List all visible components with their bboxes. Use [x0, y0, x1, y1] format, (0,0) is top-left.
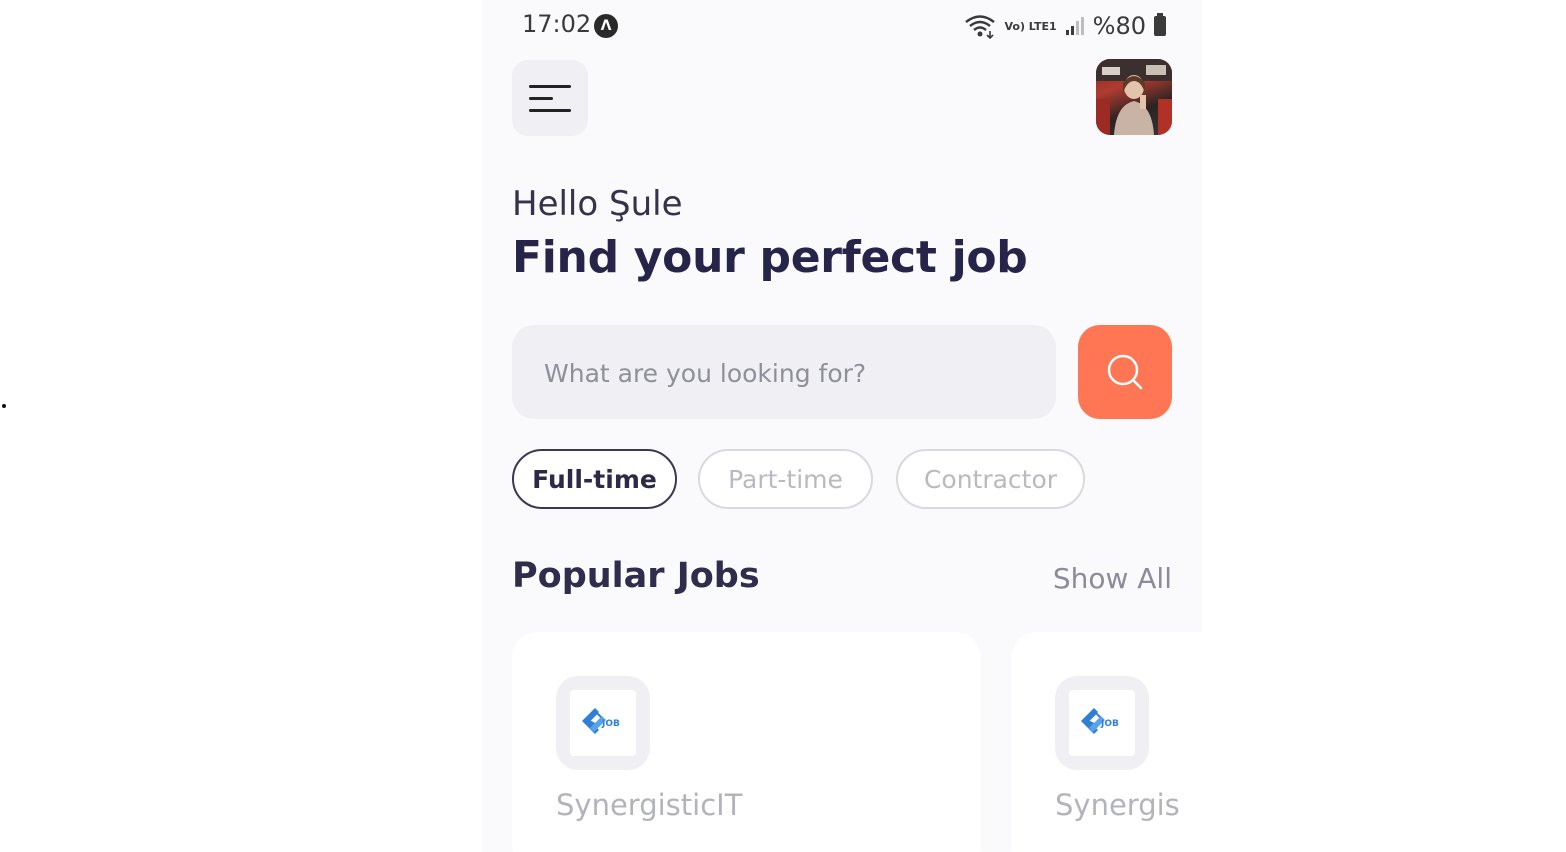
job-card[interactable]: JOB Synergis: [1011, 632, 1202, 852]
svg-text:JOB: JOB: [601, 719, 620, 729]
menu-icon: [529, 84, 571, 88]
status-right: Vo) LTE1 %80: [964, 8, 1166, 44]
status-time: 17:02: [522, 10, 592, 38]
network-type: Vo) LTE1: [1004, 19, 1057, 33]
stray-dot: [2, 404, 6, 408]
menu-button[interactable]: [512, 60, 588, 136]
battery-percent: %80: [1092, 12, 1146, 40]
company-logo: JOB: [1055, 676, 1149, 770]
popular-jobs-heading: Popular Jobs: [512, 556, 760, 596]
job-logo-icon: JOB: [582, 708, 620, 734]
show-all-link[interactable]: Show All: [1053, 562, 1172, 595]
greeting-text: Hello Şule: [512, 184, 683, 224]
phone-screen: 17:02 Λ Vo) LTE1 %80 Hello Şule Find you…: [482, 0, 1202, 852]
app-notification-icon: Λ: [594, 14, 618, 38]
profile-avatar[interactable]: [1096, 59, 1172, 135]
search-input[interactable]: [542, 325, 1036, 421]
filter-part-time[interactable]: Part-time: [698, 449, 873, 509]
status-bar: 17:02 Λ Vo) LTE1 %80: [482, 0, 1202, 52]
filter-full-time[interactable]: Full-time: [512, 449, 677, 509]
avatar-photo: [1096, 59, 1172, 135]
company-name: Synergis: [1055, 788, 1180, 822]
company-logo: JOB: [556, 676, 650, 770]
signal-icon: [1065, 17, 1084, 35]
battery-icon: [1154, 13, 1166, 36]
page-title: Find your perfect job: [512, 232, 1028, 283]
filter-contractor[interactable]: Contractor: [896, 449, 1085, 509]
wifi-icon: [965, 15, 996, 39]
company-name: SynergisticIT: [556, 788, 743, 822]
svg-text:JOB: JOB: [1100, 719, 1119, 729]
search-button[interactable]: [1078, 325, 1172, 419]
search-bar[interactable]: [512, 325, 1056, 421]
job-logo-icon: JOB: [1081, 708, 1119, 734]
search-icon: [1107, 354, 1143, 390]
job-card[interactable]: JOB SynergisticIT: [512, 632, 981, 852]
